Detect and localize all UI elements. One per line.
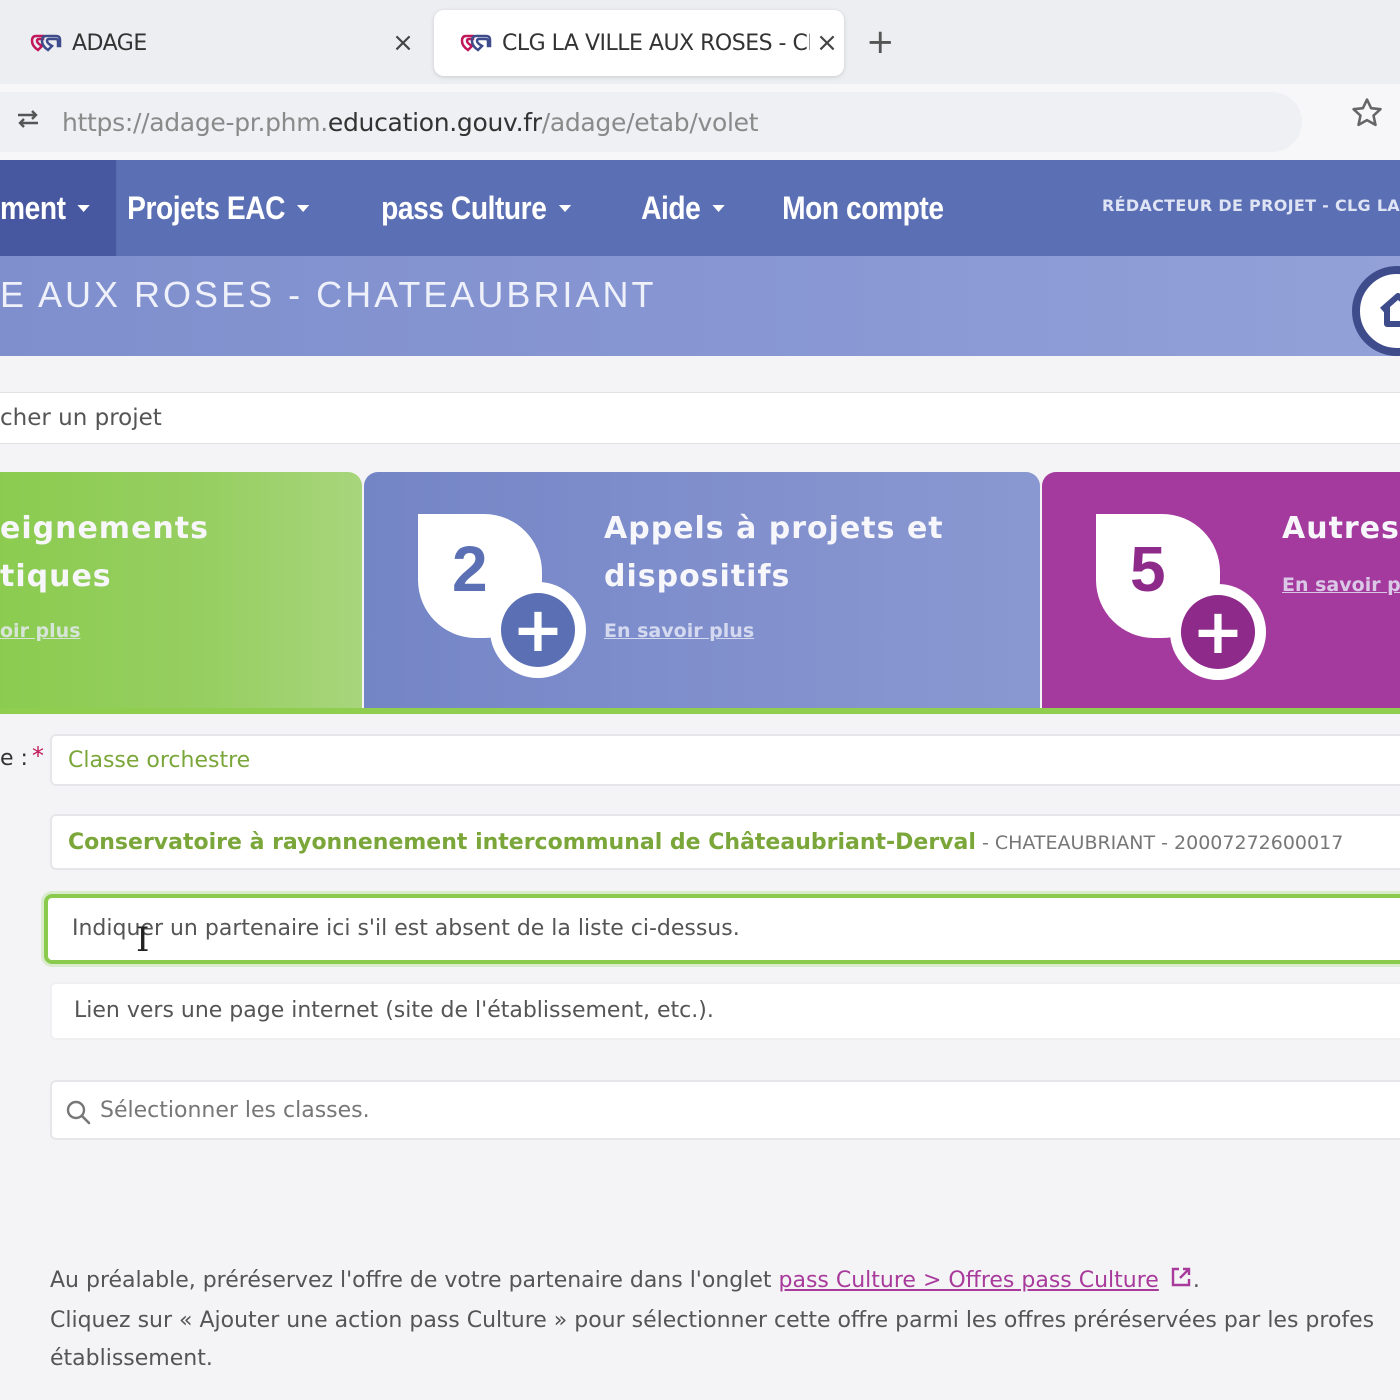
nav-item-projets-eac[interactable]: Projets EAC: [106, 160, 331, 256]
pass-culture-offers-link[interactable]: pass Culture > Offres pass Culture: [779, 1268, 1159, 1293]
external-link-icon[interactable]: [1169, 1264, 1193, 1302]
browser-tab-adage[interactable]: ADAGE ×: [20, 10, 420, 76]
info-line2: Cliquez sur « Ajouter une action pass Cu…: [50, 1308, 1375, 1333]
tab-close-icon[interactable]: ×: [810, 28, 844, 58]
chevron-down-icon: [712, 204, 725, 212]
badge-number-text: 5: [1130, 533, 1166, 605]
nav-label: pass Culture: [381, 189, 547, 226]
search-placeholder: cher un projet: [0, 405, 162, 431]
section-divider: [0, 708, 1400, 714]
nav-label: Projets EAC: [127, 189, 286, 226]
website-placeholder: Lien vers une page internet (site de l'é…: [74, 998, 714, 1023]
card-title-line1: eignements: [0, 511, 209, 546]
other-partner-input[interactable]: Indiquer un partenaire ici s'il est abse…: [44, 894, 1400, 964]
home-button[interactable]: [1352, 266, 1400, 356]
card-title-line1: Autres: [1282, 511, 1400, 546]
card-enseignements[interactable]: eignements tiques oir plus: [0, 472, 362, 708]
classes-select[interactable]: Sélectionner les classes.: [50, 1080, 1400, 1140]
site-settings-icon[interactable]: [14, 108, 54, 136]
home-icon: [1378, 292, 1400, 332]
card-learn-more-link[interactable]: En savoir plus: [604, 620, 754, 642]
nav-label: Aide: [640, 189, 701, 226]
url-domain: education.gouv.fr: [327, 107, 542, 137]
card-title-line1: Appels à projets et: [604, 511, 944, 546]
chevron-down-icon: [558, 204, 571, 212]
project-name-value: Classe orchestre: [68, 748, 251, 773]
address-bar[interactable]: https://adage-pr.phm.education.gouv.fr/a…: [0, 92, 1302, 152]
tab-close-icon[interactable]: ×: [386, 28, 420, 58]
chevron-down-icon: [297, 204, 311, 212]
info-text: Au préalable, préréservez l'offre de vot…: [50, 1268, 779, 1293]
url-text[interactable]: https://adage-pr.phm.education.gouv.fr/a…: [62, 107, 759, 137]
browser-tabbar: ADAGE × CLG LA VILLE AUX ROSES - CH × +: [0, 0, 1400, 84]
add-icon[interactable]: +: [490, 582, 586, 678]
field-label: e :: [0, 746, 28, 771]
card-learn-more-link[interactable]: oir plus: [0, 620, 81, 642]
nav-item-aide[interactable]: Aide: [620, 160, 746, 256]
project-name-input[interactable]: Classe orchestre: [50, 734, 1400, 786]
required-mark: *: [32, 742, 44, 770]
website-input[interactable]: Lien vers une page internet (site de l'é…: [50, 982, 1400, 1040]
establishment-header: E AUX ROSES - CHATEAUBRIANT: [0, 256, 1400, 356]
partner-selected-value: Conservatoire à rayonnenement intercommu…: [68, 830, 1343, 855]
browser-tab-clg[interactable]: CLG LA VILLE AUX ROSES - CH ×: [434, 10, 844, 76]
other-partner-placeholder: Indiquer un partenaire ici s'il est abse…: [72, 916, 740, 941]
adage-favicon-icon: [30, 32, 62, 54]
add-icon[interactable]: +: [1170, 584, 1266, 680]
card-title-line2: tiques: [0, 559, 112, 594]
classes-placeholder: Sélectionner les classes.: [100, 1098, 370, 1123]
nav-item-pass-culture[interactable]: pass Culture: [360, 160, 592, 256]
card-title-line2: dispositifs: [604, 559, 791, 594]
nav-label: ment: [0, 189, 66, 226]
address-row: https://adage-pr.phm.education.gouv.fr/a…: [0, 84, 1400, 160]
chevron-down-icon: [77, 204, 91, 212]
url-path: /adage/etab/volet: [541, 107, 759, 137]
info-line1: Au préalable, préréservez l'offre de vot…: [50, 1262, 1400, 1302]
establishment-title: E AUX ROSES - CHATEAUBRIANT: [0, 274, 657, 315]
card-appels-a-projets[interactable]: 2 + Appels à projets et dispositifs En s…: [364, 472, 1040, 708]
partner-name: Conservatoire à rayonnenement intercommu…: [68, 830, 976, 855]
nav-label: Mon compte: [782, 189, 944, 226]
adage-favicon-icon: [460, 32, 492, 54]
info-text: .: [1192, 1268, 1200, 1293]
pass-culture-info: Au préalable, préréservez l'offre de vot…: [50, 1262, 1400, 1378]
bookmark-star-icon[interactable]: [1350, 96, 1384, 138]
partner-select[interactable]: Conservatoire à rayonnenement intercommu…: [50, 814, 1400, 870]
tab-title: ADAGE: [72, 30, 147, 56]
nav-item-mon-compte[interactable]: Mon compte: [761, 160, 965, 256]
url-prefix: https://adage-pr.phm.: [62, 107, 328, 137]
nav-item-etablissement[interactable]: ment: [0, 160, 117, 256]
card-autres[interactable]: 5 + Autres En savoir p: [1042, 472, 1400, 708]
search-icon: [64, 1098, 92, 1130]
partner-details: - CHATEAUBRIANT - 20007272600017: [975, 832, 1344, 854]
category-cards: eignements tiques oir plus 2 + Appels à …: [0, 472, 1400, 712]
new-tab-button[interactable]: +: [866, 22, 895, 62]
card-learn-more-link[interactable]: En savoir p: [1282, 574, 1400, 596]
project-search-input[interactable]: cher un projet: [0, 392, 1400, 444]
badge-number-text: 2: [452, 533, 488, 605]
info-line3: établissement.: [50, 1346, 213, 1371]
text-cursor-icon: I: [136, 920, 150, 960]
user-role-label: RÉDACTEUR DE PROJET - CLG LA: [1101, 196, 1400, 215]
tab-title: CLG LA VILLE AUX ROSES - CH: [502, 30, 810, 56]
